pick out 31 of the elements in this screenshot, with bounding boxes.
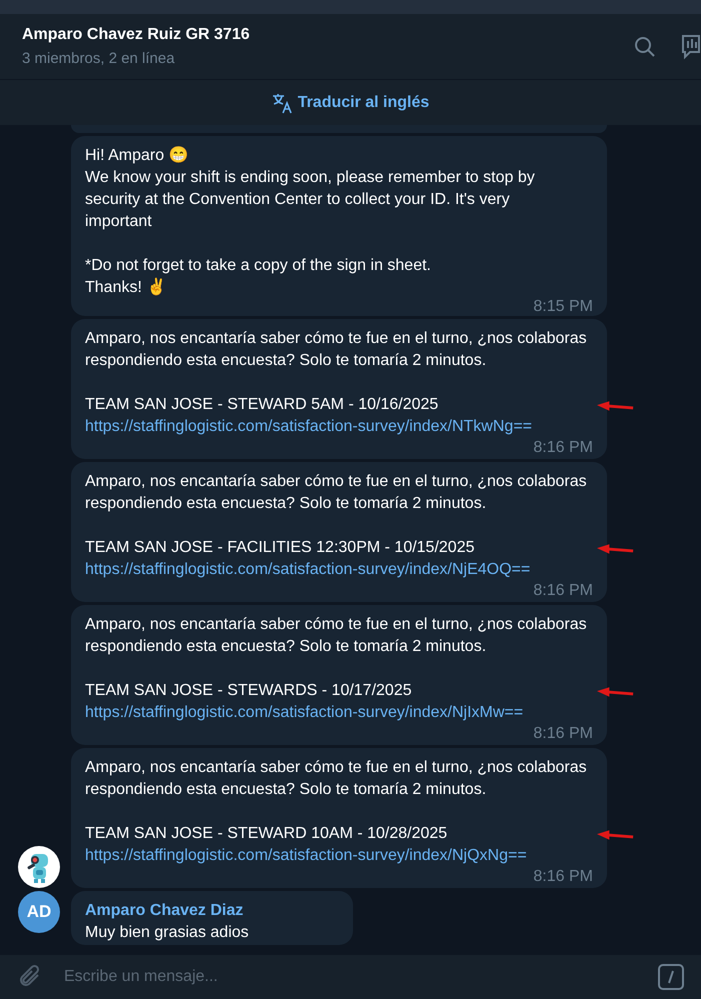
message-time: 8:16 PM bbox=[532, 867, 593, 887]
message-text: Amparo, nos encantaría saber cómo te fue en el turno, ¿nos colaboras respondiendo esta encuesta? Solo te tomaría 2 minutos. bbox=[85, 758, 588, 800]
message-text: TEAM SAN JOSE - STEWARDS - 10/17/2025 bbox=[85, 681, 413, 701]
message-text: TEAM SAN JOSE - STEWARD 5AM - 10/16/2025 bbox=[85, 395, 440, 415]
message-time: 8:16 PM bbox=[532, 438, 593, 458]
message-time: 8:15 PM bbox=[532, 299, 593, 315]
message-text: TEAM SAN JOSE - STEWARD 10AM - 10/28/2025 bbox=[85, 824, 448, 844]
message-text: Amparo, nos encantaría saber cómo te fue en el turno, ¿nos colaboras respondiendo esta encuesta? Solo te tomaría 2 minutos. bbox=[85, 329, 588, 371]
message-text: Hi! Amparo 😁 We know your shift is ending soon, please remember to stop by security at the Convention Center to collect your ID. It's very important *Do not forget to take a copy of the sign in sheet. Thanks! ✌ bbox=[85, 145, 536, 298]
search-icon[interactable] bbox=[633, 34, 657, 58]
message-link[interactable]: https://staffinglogistic.com/satisfaction-survey/index/NjQxNg== bbox=[85, 845, 593, 867]
message-time: 8:16 PM bbox=[532, 724, 593, 744]
member-count: 3 miembros, 2 en línea bbox=[22, 48, 176, 68]
message-text: TEAM SAN JOSE - FACILITIES 12:30PM - 10/15/2025 bbox=[85, 538, 476, 558]
chat-title: Amparo Chavez Ruiz GR 3716 bbox=[22, 24, 251, 44]
message-time: 8:16 PM bbox=[532, 581, 593, 601]
translate-icon bbox=[272, 92, 294, 114]
sender-name: Amparo Chavez Diaz bbox=[85, 901, 244, 921]
translate-label[interactable]: Traducir al inglés bbox=[298, 90, 430, 114]
message-text: Muy bien grasias adios bbox=[85, 923, 249, 943]
message-field[interactable]: Escribe un mensaje... bbox=[0, 955, 701, 999]
translate-bar[interactable]: Traducir al inglés bbox=[0, 80, 701, 125]
message-text: Amparo, nos encantaría saber cómo te fue en el turno, ¿nos colaboras respondiendo esta encuesta? Solo te tomaría 2 minutos. bbox=[85, 472, 588, 514]
message-input[interactable]: Escribe un mensaje... bbox=[64, 965, 657, 989]
chat-bars-icon[interactable] bbox=[679, 34, 701, 60]
message-link[interactable]: https://staffinglogistic.com/satisfaction-survey/index/NjIxMw== bbox=[85, 702, 593, 724]
robot-avatar-icon[interactable] bbox=[18, 846, 60, 888]
slash-command-icon[interactable] bbox=[657, 963, 685, 991]
message-text: Amparo, nos encantaría saber cómo te fue en el turno, ¿nos colaboras respondiendo esta encuesta? Solo te tomaría 2 minutos. bbox=[85, 615, 588, 657]
message-link[interactable]: https://staffinglogistic.com/satisfaction-survey/index/NjE4OQ== bbox=[85, 559, 593, 581]
message-link[interactable]: https://staffinglogistic.com/satisfaction-survey/index/NTkwNg== bbox=[85, 416, 593, 438]
